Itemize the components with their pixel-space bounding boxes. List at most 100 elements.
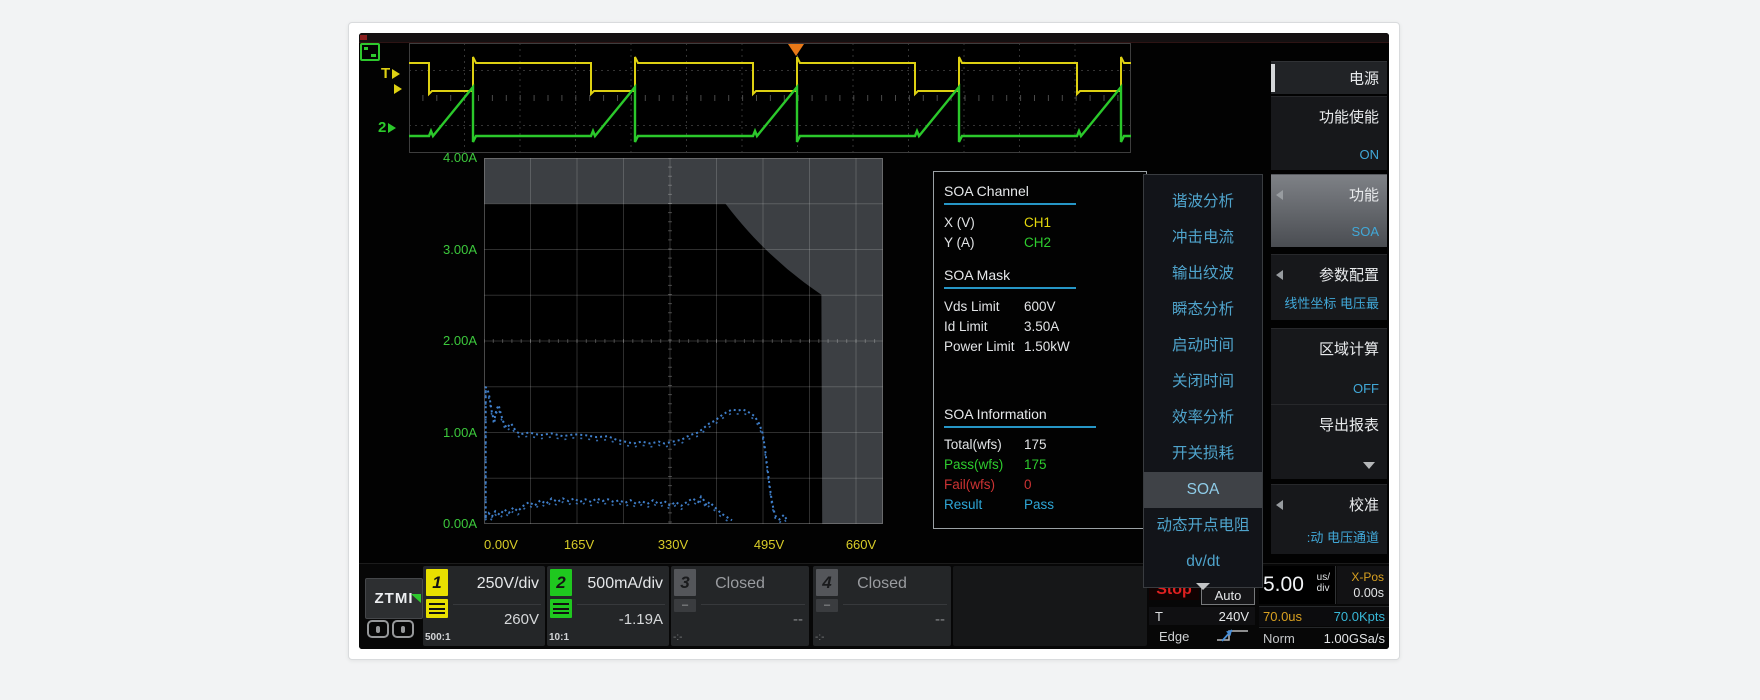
expand-left-icon [1276,270,1283,280]
channel2-position-marker[interactable]: 2 [378,119,396,136]
soa-mask-title: SOA Mask [944,267,1146,283]
channel-scale-label: Closed [813,575,951,593]
menu-item-7[interactable]: 开关损耗 [1144,436,1262,472]
channel-4-status[interactable]: 4–-:-Closed-- [813,566,951,646]
menu-item-soa[interactable]: SOA [1144,472,1262,508]
probe-ratio-label: 500:1 [425,632,451,643]
probe-ratio-label: -:- [815,632,824,643]
soa-information-title: SOA Information [944,406,1146,422]
trigger-arrow-icon [392,69,400,79]
sidebar-item-0[interactable]: 电源 [1271,61,1387,94]
trigger-position-marker[interactable] [788,44,804,56]
channel2-arrow-icon [388,123,396,133]
channel-2-status[interactable]: 2 10:1 500mA/div -1.19A [547,566,669,646]
sidebar-item-value: OFF [1353,381,1379,396]
soa-channel-title: SOA Channel [944,183,1146,199]
divider [577,604,665,605]
channel-offset-label: -- [935,611,945,628]
dropdown-down-icon [1363,462,1375,469]
menu-item-3[interactable]: 瞬态分析 [1144,292,1262,328]
soa-plot [484,158,883,524]
touch-drag-icon[interactable] [392,620,414,638]
panel-row: Vds Limit 600V [944,297,1146,317]
timebase-unit: us/div [1317,572,1330,594]
channel-offset-label: -- [793,611,803,628]
touch-gesture-icon[interactable] [367,620,389,638]
trigger-arrow-icon [394,84,402,94]
x-axis-tick-label: 495V [737,537,801,552]
menu-item-0[interactable]: 谐波分析 [1144,184,1262,220]
top-status-strip [359,33,1389,43]
waveform-traces [409,43,1131,153]
expand-left-icon [1276,190,1283,200]
timebase-control[interactable]: 5.00 us/div [1259,566,1336,604]
menu-item-6[interactable]: 效率分析 [1144,400,1262,436]
channel-closed-icon: – [674,599,696,612]
sidebar-item-3[interactable]: 参数配置线性坐标 电压最 [1271,254,1387,320]
sidebar-item-6[interactable]: 校准动 电压通道: [1271,484,1387,554]
menu-scroll-down-icon[interactable] [1196,583,1210,590]
soa-info-panel: SOA Channel X (V) CH1 Y (A) CH2 SOA Mask… [933,171,1147,529]
divider [944,203,1076,205]
channel-1-status[interactable]: 1500:1250V/div260V [423,566,545,646]
channel-2-badge[interactable]: 2 [550,569,572,596]
menu-item-2[interactable]: 输出纹波 [1144,256,1262,292]
horizontal-position[interactable]: X-Pos 0.00s [1337,566,1389,604]
panel-row: X (V) CH1 [944,213,1146,233]
y-axis-tick-label: 0.00A [419,516,477,531]
sidebar-item-label: 区域计算 [1319,338,1379,359]
divider [843,604,947,605]
channel-closed-icon: – [816,599,838,612]
x-axis-tick-label: 0.00V [469,537,533,552]
panel-row: Power Limit 1.50kW [944,337,1146,357]
panel-row: Id Limit 3.50A [944,317,1146,337]
sidebar-item-value: SOA [1352,224,1379,239]
trigger-level-row[interactable]: T 240V [1149,607,1255,625]
acquisition-window-row: 70.0us 70.0Kpts [1259,606,1389,626]
sidebar-item-label: 功能使能 [1319,106,1379,127]
sidebar-item-value: 动 电压通道: [1307,527,1379,546]
sidebar-item-4[interactable]: 区域计算 OFF [1271,328,1387,404]
divider [944,287,1076,289]
menu-item-9[interactable]: 动态开点电阻 [1144,508,1262,544]
analysis-dropdown-menu: 谐波分析冲击电流输出纹波瞬态分析启动时间关闭时间效率分析开关损耗SOA动态开点电… [1143,174,1263,588]
channel-scale-label: 500mA/div [587,575,663,593]
trigger-level-marker-2[interactable] [392,80,402,98]
active-tab-marker [1271,64,1275,92]
divider [701,604,805,605]
y-axis-tick-label: 2.00A [419,333,477,348]
menu-item-5[interactable]: 关闭时间 [1144,364,1262,400]
menu-item-4[interactable]: 启动时间 [1144,328,1262,364]
sidebar-item-label: 功能 [1349,184,1379,205]
probe-ratio-label: -:- [673,632,682,643]
sidebar-item-5[interactable]: 导出报表 [1271,404,1387,479]
sidebar-item-value: 线性坐标 电压最 [1284,293,1379,312]
sidebar-item-2[interactable]: 功能 SOA [1271,174,1387,247]
touch-buttons [367,620,423,644]
rising-edge-icon [1215,628,1251,646]
sidebar-item-label: 校准 [1349,494,1379,515]
menu-item-1[interactable]: 冲击电流 [1144,220,1262,256]
x-axis-tick-label: 660V [829,537,893,552]
spacer [944,357,1146,395]
channel-3-status[interactable]: 3–-:-Closed-- [671,566,809,646]
probe-ratio-label: 10:1 [549,632,569,643]
divider [453,604,541,605]
sidebar-item-label: 导出报表 [1319,414,1379,435]
trigger-type-row[interactable]: Edge [1149,627,1255,645]
channel-offset-label: -1.19A [619,611,663,628]
x-axis-tick-label: 165V [547,537,611,552]
corner-indicator-icon [411,594,421,603]
menu-item-10[interactable]: dv/dt [1144,544,1262,580]
coupling-dc-icon [426,599,448,618]
coupling-dc-icon [550,599,572,618]
sample-rate-row: Norm 1.00GSa/s [1259,627,1389,647]
panel-row: Result Pass [944,495,1146,515]
panel-row: Pass(wfs) 175 [944,455,1146,475]
screenshot-card: T 2 SOA Channel X (V) CH1 Y (A) CH2 SOA … [348,22,1400,660]
panel-row: Y (A) CH2 [944,233,1146,253]
channel-1-badge[interactable]: 1 [426,569,448,596]
sidebar-item-1[interactable]: 功能使能 ON [1271,96,1387,170]
sidebar-item-value: ON [1360,147,1380,162]
screen-capture-icon[interactable] [360,43,380,61]
